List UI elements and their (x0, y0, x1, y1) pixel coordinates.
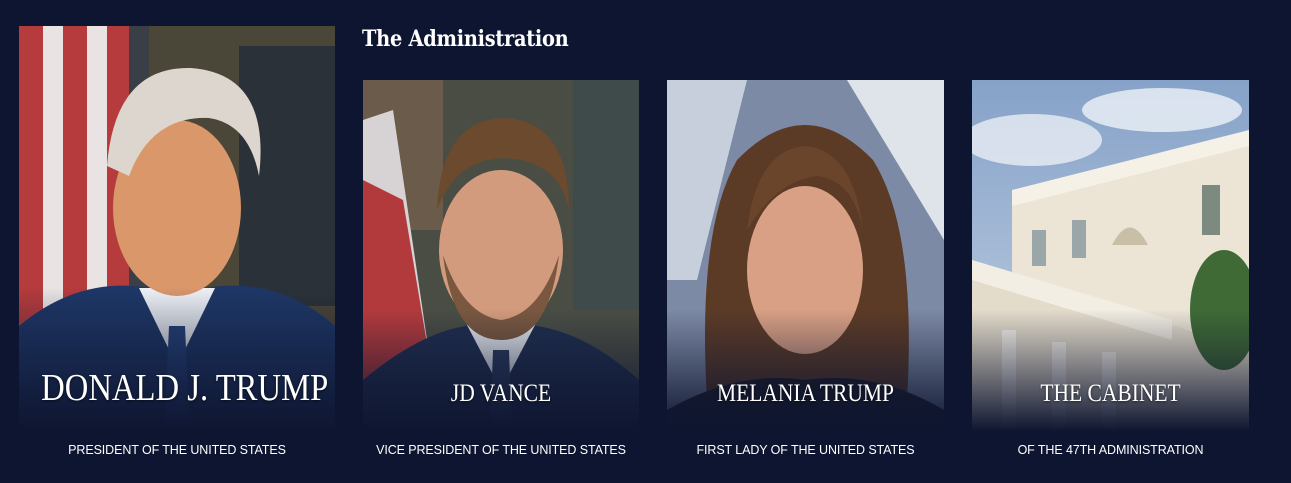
card-first-lady[interactable]: MELANIA TRUMP FIRST LADY OF THE UNITED S… (667, 80, 944, 462)
card-role: PRESIDENT OF THE UNITED STATES (68, 443, 286, 457)
card-vice-president[interactable]: JD VANCE VICE PRESIDENT OF THE UNITED ST… (363, 80, 639, 462)
card-name: THE CABINET (1040, 380, 1181, 407)
card-name: DONALD J. TRUMP (41, 367, 329, 409)
card-cabinet[interactable]: THE CABINET OF THE 47TH ADMINISTRATION (972, 80, 1249, 462)
card-role: VICE PRESIDENT OF THE UNITED STATES (376, 443, 626, 457)
section-title: The Administration (362, 26, 569, 52)
card-role: OF THE 47TH ADMINISTRATION (1017, 443, 1204, 457)
card-president[interactable]: DONALD J. TRUMP PRESIDENT OF THE UNITED … (19, 26, 335, 462)
card-name: MELANIA TRUMP (717, 380, 894, 407)
card-role: FIRST LADY OF THE UNITED STATES (696, 443, 915, 457)
card-name: JD VANCE (450, 380, 552, 407)
